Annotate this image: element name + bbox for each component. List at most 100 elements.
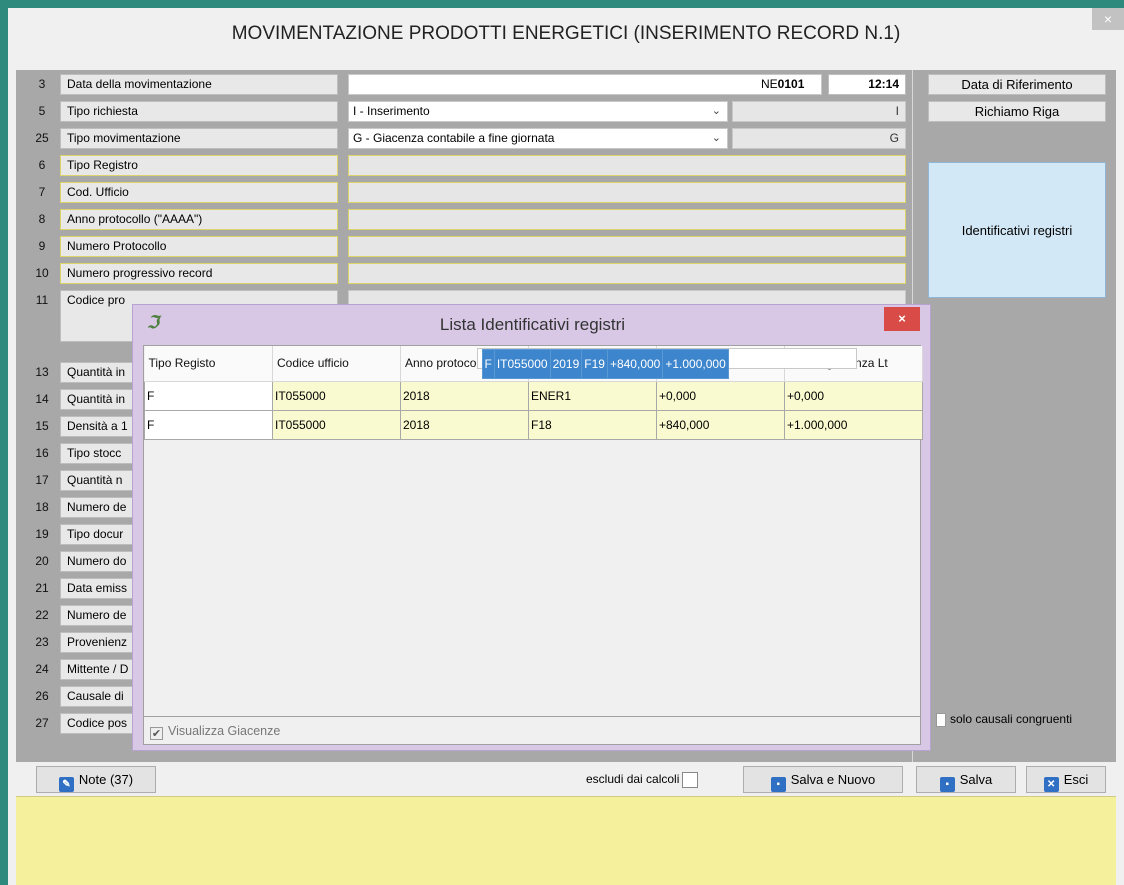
form-row: 10 Numero progressivo record xyxy=(16,261,912,286)
column-header[interactable]: Tipo Registo xyxy=(144,346,273,382)
table-cell[interactable]: +0,000 xyxy=(656,380,785,411)
note-label: Note (37) xyxy=(78,772,134,787)
tipo-richiesta-select[interactable]: I - Inserimento ⌄ xyxy=(348,101,728,122)
dialog-close-button[interactable]: × xyxy=(884,307,920,331)
table-row[interactable]: F IT055000 2019 F19 +840,000 +1.000,000 xyxy=(476,348,857,379)
row-label: Anno protocollo ("AAAA") xyxy=(60,209,338,230)
lista-identificativi-dialog: ℑ Lista Identificativi registri × Tipo R… xyxy=(132,304,931,751)
row-input[interactable] xyxy=(348,236,906,257)
checkbox-label: Visualizza Giacenze xyxy=(168,724,281,738)
row-number: 26 xyxy=(35,689,49,703)
table-cell[interactable]: F xyxy=(481,349,495,379)
row-number: 23 xyxy=(35,635,49,649)
close-icon: ✕ xyxy=(1043,777,1059,792)
table-row[interactable]: F IT055000 2018 ENER1 +0,000 +0,000 xyxy=(144,380,923,411)
visualizza-giacenze-checkbox[interactable]: ✔ Visualizza Giacenze xyxy=(143,717,921,745)
tipo-movimentazione-code: G xyxy=(732,128,906,149)
table-cell[interactable]: 2018 xyxy=(400,409,529,440)
table-cell[interactable]: ENER1 xyxy=(528,380,657,411)
table-cell[interactable]: +0,000 xyxy=(784,380,923,411)
checkbox-label: solo causali congruenti xyxy=(950,712,1073,726)
row-number: 22 xyxy=(35,608,49,622)
notes-panel xyxy=(16,796,1116,885)
row-data-movimentazione: 3 Data della movimentazione NE0101 12:14 xyxy=(16,72,912,97)
row-input[interactable] xyxy=(348,263,906,284)
table-cell[interactable]: F19 xyxy=(581,349,608,379)
row-label: Tipo Registro xyxy=(60,155,338,176)
row-number: 19 xyxy=(35,527,49,541)
salva-nuovo-button[interactable]: ▪ Salva e Nuovo xyxy=(743,766,903,793)
table-cell[interactable]: IT055000 xyxy=(272,380,401,411)
row-number: 14 xyxy=(35,392,49,406)
row-input[interactable] xyxy=(348,155,906,176)
row-number: 27 xyxy=(35,716,49,730)
salva-button[interactable]: ▪ Salva xyxy=(916,766,1016,793)
row-number: 8 xyxy=(38,212,46,226)
window-title: MOVIMENTAZIONE PRODOTTI ENERGETICI (INSE… xyxy=(8,8,1124,52)
row-input[interactable] xyxy=(348,182,906,203)
esci-label: Esci xyxy=(1063,772,1089,787)
registri-table: Tipo Registo Codice ufficio Anno protocoll… xyxy=(143,345,923,717)
esci-button[interactable]: ✕ Esci xyxy=(1026,766,1106,793)
table-cell[interactable]: F xyxy=(144,409,273,440)
table-cell[interactable]: F xyxy=(144,380,273,411)
salva-label: Salva xyxy=(959,772,993,787)
table-cell[interactable]: 2018 xyxy=(400,380,529,411)
form-row: 8 Anno protocollo ("AAAA") xyxy=(16,207,912,232)
checkbox-box[interactable] xyxy=(682,771,699,788)
table-cell[interactable]: +840,000 xyxy=(606,349,664,379)
table-row[interactable]: F IT055000 2018 F18 +840,000 +1.000,000 xyxy=(144,409,923,440)
table-cell[interactable]: F18 xyxy=(528,409,657,440)
row-number: 5 xyxy=(38,104,46,118)
row-number: 15 xyxy=(35,419,49,433)
row-number: 17 xyxy=(35,473,49,487)
checkbox-box[interactable] xyxy=(936,712,946,727)
date-input[interactable] xyxy=(348,74,822,95)
row-input[interactable] xyxy=(348,209,906,230)
solo-causali-checkbox[interactable]: solo causali congruenti xyxy=(936,710,1072,728)
dialog-title: Lista Identificativi registri xyxy=(439,315,626,334)
row-number: 7 xyxy=(38,185,46,199)
table-cell[interactable]: 2019 xyxy=(549,349,583,379)
richiamo-riga-button[interactable]: Richiamo Riga xyxy=(928,101,1106,122)
row-number: 16 xyxy=(35,446,49,460)
form-row: 9 Numero Protocollo xyxy=(16,234,912,259)
form-row: 7 Cod. Ufficio xyxy=(16,180,912,205)
edit-icon: ✎ xyxy=(58,777,74,792)
check-icon[interactable]: ✔ xyxy=(150,727,163,740)
row-label: Numero Protocollo xyxy=(60,236,338,257)
row-number: 10 xyxy=(35,266,49,280)
escludi-calcoli-checkbox[interactable]: escludi dai calcoli xyxy=(586,766,699,793)
row-number: 6 xyxy=(38,158,46,172)
row-number: 18 xyxy=(35,500,49,514)
table-cell[interactable]: +1.000,000 xyxy=(784,409,923,440)
table-cell[interactable]: +840,000 xyxy=(656,409,785,440)
chevron-down-icon: ⌄ xyxy=(711,105,721,117)
label-tipo-richiesta: Tipo richiesta xyxy=(60,101,338,122)
table-cell[interactable]: IT055000 xyxy=(272,409,401,440)
identificativi-registri-button[interactable]: Identificativi registri xyxy=(928,162,1106,298)
row-number: 11 xyxy=(35,293,49,307)
bottom-toolbar: ✎ Note (37) escludi dai calcoli ▪ Salva e … xyxy=(16,762,1116,796)
chevron-down-icon: ⌄ xyxy=(711,132,721,144)
row-number: 24 xyxy=(35,662,49,676)
row-tipo-richiesta: 5 Tipo richiesta I - Inserimento ⌄ I xyxy=(16,99,912,124)
save-icon: ▪ xyxy=(939,777,955,792)
label-tipo-movimentazione: Tipo movimentazione xyxy=(60,128,338,149)
salva-nuovo-label: Salva e Nuovo xyxy=(790,772,876,787)
note-button[interactable]: ✎ Note (37) xyxy=(36,766,156,793)
table: Tipo Registo Codice ufficio Anno protocoll… xyxy=(144,346,923,440)
tipo-richiesta-code: I xyxy=(732,101,906,122)
table-cell[interactable]: +1.000,000 xyxy=(662,349,729,379)
window-close-button[interactable]: × xyxy=(1092,8,1124,30)
data-riferimento-button[interactable]: Data di Riferimento xyxy=(928,74,1106,95)
select-value: I - Inserimento xyxy=(353,104,430,118)
table-cell[interactable]: IT055000 xyxy=(493,349,551,379)
tipo-movimentazione-select[interactable]: G - Giacenza contabile a fine giornata ⌄ xyxy=(348,128,728,149)
row-number: 21 xyxy=(35,581,49,595)
ne-code: NE0101 xyxy=(761,77,805,91)
column-header[interactable]: Codice ufficio xyxy=(272,346,401,382)
row-label: Numero progressivo record xyxy=(60,263,338,284)
row-number: 20 xyxy=(35,554,49,568)
time-field[interactable]: 12:14 xyxy=(828,74,906,95)
